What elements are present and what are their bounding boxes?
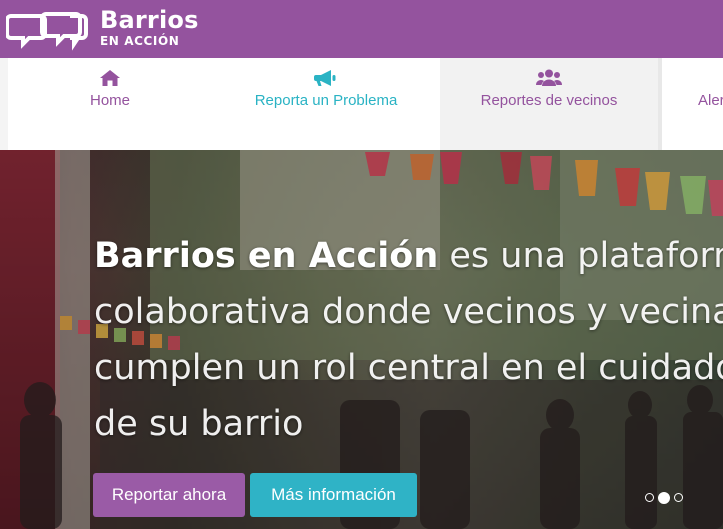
nav-item-home[interactable]: Home — [8, 58, 212, 150]
logo-speech-bubbles-icon[interactable] — [6, 6, 98, 52]
report-now-button[interactable]: Reportar ahora — [93, 473, 245, 517]
nav-item-label: Reportes de vecinos — [480, 92, 618, 109]
carousel-dot[interactable] — [674, 493, 683, 502]
carousel-dot[interactable] — [645, 493, 654, 502]
nav-item-report-problem[interactable]: Reporta un Problema — [212, 58, 440, 150]
home-icon — [100, 70, 120, 86]
main-navigation: Home Reporta un Problema Reportes de vec… — [0, 58, 723, 150]
logo-title: Barrios — [100, 6, 199, 34]
logo-subtitle: EN ACCIÓN — [100, 34, 180, 48]
users-icon — [536, 69, 562, 86]
hero-line-2: colaborativa donde vecinos y vecinas — [94, 292, 723, 332]
site-header: Barrios EN ACCIÓN — [0, 0, 723, 58]
megaphone-icon — [314, 70, 336, 86]
carousel-indicators — [645, 491, 683, 504]
nav-item-neighbor-reports[interactable]: Reportes de vecinos — [440, 58, 658, 150]
nav-item-label: Reporta un Problema — [254, 92, 398, 109]
hero-tagline: Barrios en Acción es una plataforma cola… — [94, 228, 723, 452]
carousel-dot-active[interactable] — [658, 491, 670, 504]
nav-item-alerts[interactable]: Alertas — [662, 58, 723, 150]
hero-line-3: cumplen un rol central en el cuidado — [94, 348, 723, 388]
hero-carousel: Barrios en Acción es una plataforma cola… — [0, 150, 723, 529]
nav-item-label: Alertas — [698, 92, 723, 109]
nav-item-label: Home — [89, 92, 130, 109]
hero-line-4: de su barrio — [94, 404, 304, 444]
nav-left-spacer — [0, 58, 8, 150]
hero-line-1: es una plataforma — [449, 236, 723, 276]
hero-brand: Barrios en Acción — [94, 236, 439, 276]
more-info-button[interactable]: Más información — [250, 473, 417, 517]
